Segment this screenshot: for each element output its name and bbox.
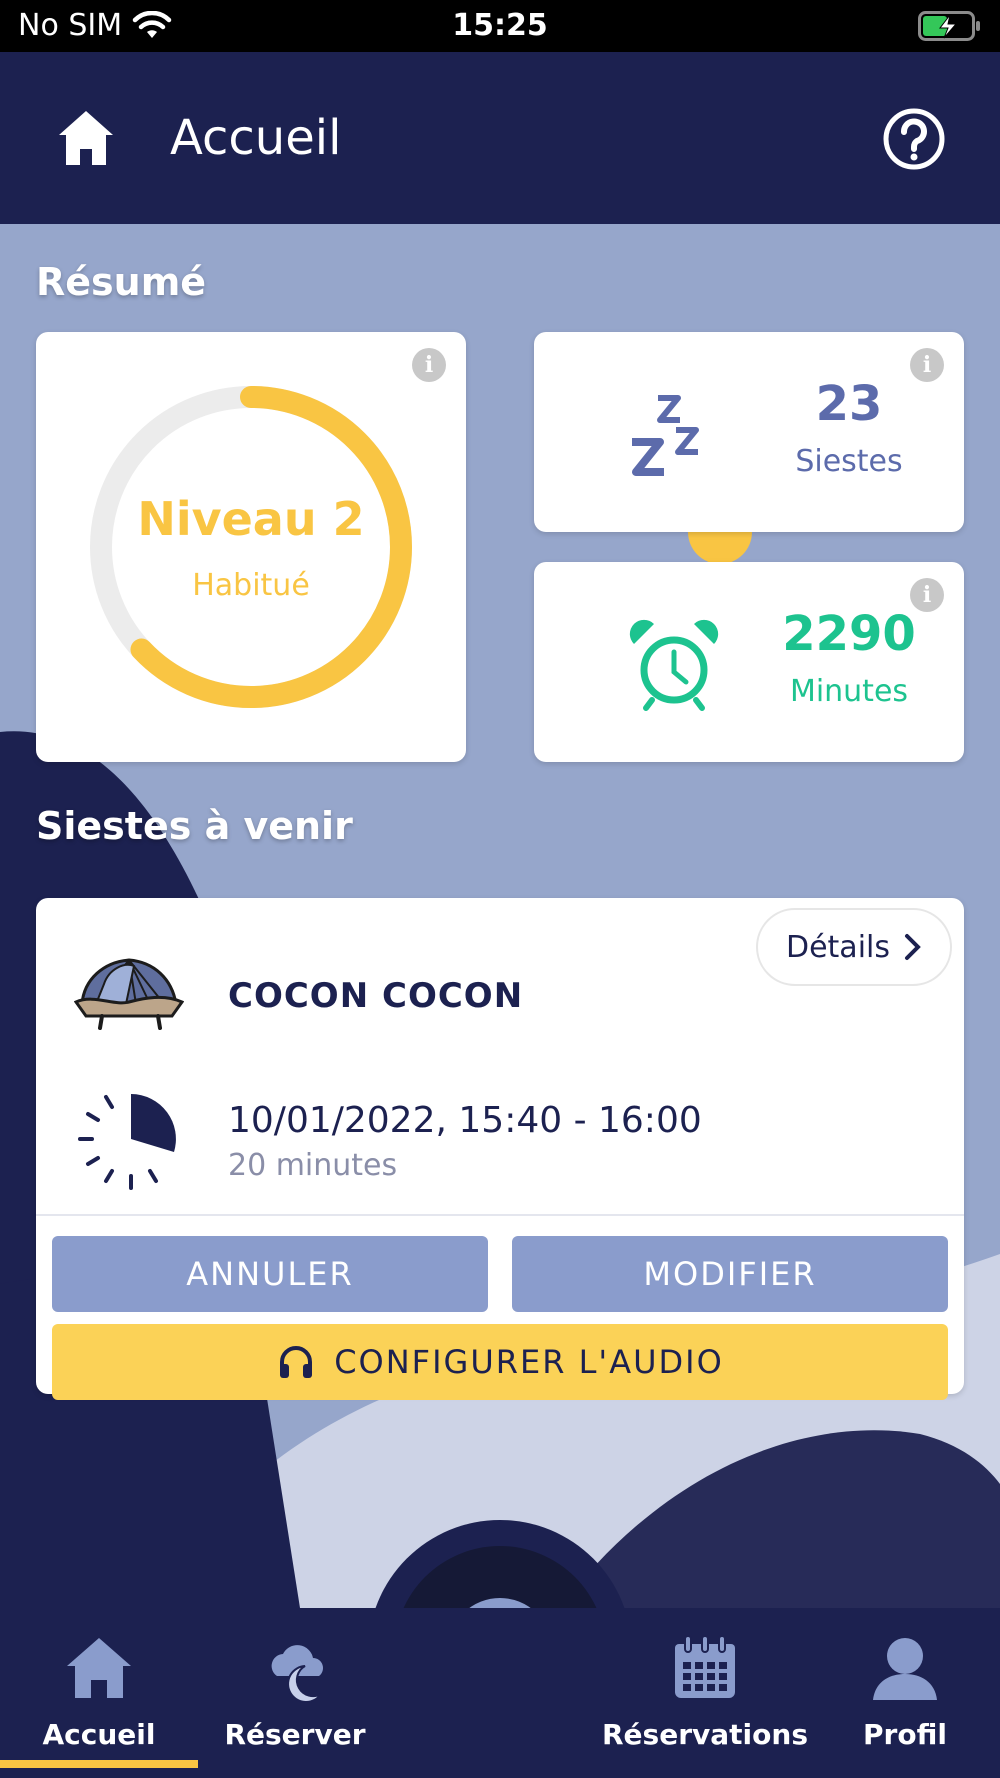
timer-icon xyxy=(78,1094,176,1190)
page-title: Accueil xyxy=(170,110,342,166)
booking-datetime: 10/01/2022, 15:40 - 16:00 xyxy=(228,1100,702,1141)
nav-label: Réserver xyxy=(224,1718,366,1751)
level-subtitle: Habitué xyxy=(192,568,310,603)
nav-label: Profil xyxy=(863,1718,947,1751)
app-header: Accueil xyxy=(0,52,1000,224)
calendar-icon xyxy=(675,1635,735,1698)
bottom-nav: Accueil Réserver Réservations Profil xyxy=(0,1608,1000,1778)
pod-name: COCON COCON xyxy=(228,976,524,1016)
status-bar: No SIM 15:25 xyxy=(0,0,1000,52)
nav-item-book[interactable]: Réserver xyxy=(198,1608,392,1778)
minutes-card[interactable]: i 2290 Minutes xyxy=(534,562,964,762)
level-title: Niveau 2 xyxy=(137,492,365,546)
minutes-label: Minutes xyxy=(789,674,909,709)
chevron-right-icon xyxy=(905,934,921,960)
cocoon-pod-icon xyxy=(74,958,184,1030)
nav-item-reservations[interactable]: Réservations xyxy=(600,1608,810,1778)
battery-icon xyxy=(918,11,980,41)
user-icon xyxy=(873,1638,937,1700)
home-icon xyxy=(67,1638,131,1698)
booking-duration: 20 minutes xyxy=(228,1148,398,1183)
clock: 15:25 xyxy=(452,8,548,43)
upcoming-title: Siestes à venir xyxy=(36,804,353,848)
naps-card[interactable]: i 23 Siestes xyxy=(534,332,964,532)
booking-card: Détails COCON COCON 10/01/2022, 15:40 - … xyxy=(36,898,964,1400)
naps-label: Siestes xyxy=(795,444,903,479)
details-label: Détails xyxy=(785,929,890,965)
zzz-icon xyxy=(632,395,699,476)
alarm-clock-icon xyxy=(629,619,719,711)
configure-audio-label: CONFIGURER L'AUDIO xyxy=(334,1343,724,1381)
nav-item-home[interactable]: Accueil xyxy=(0,1608,198,1778)
modify-button[interactable]: MODIFIER xyxy=(512,1236,948,1312)
home-icon[interactable] xyxy=(55,107,117,169)
info-icon[interactable]: i xyxy=(412,348,446,382)
naps-count: 23 xyxy=(815,376,883,432)
headphones-icon xyxy=(280,1346,313,1378)
active-tab-indicator xyxy=(0,1760,198,1768)
nav-label: Accueil xyxy=(42,1718,156,1751)
level-progress-ring xyxy=(90,386,412,708)
help-icon[interactable] xyxy=(882,107,946,171)
summary-title: Résumé xyxy=(36,260,207,304)
home-content: Résumé i Niveau 2 Habitué i 23 Siestes i xyxy=(0,224,1000,1608)
details-button[interactable]: Détails xyxy=(756,908,952,986)
divider xyxy=(36,1214,964,1216)
nav-item-profile[interactable]: Profil xyxy=(810,1608,1000,1778)
nav-label: Réservations xyxy=(602,1718,808,1751)
cancel-button[interactable]: ANNULER xyxy=(52,1236,488,1312)
minutes-count: 2290 xyxy=(782,606,916,662)
cloud-moon-icon xyxy=(271,1645,323,1703)
level-card[interactable]: i Niveau 2 Habitué xyxy=(36,332,466,762)
configure-audio-button[interactable]: CONFIGURER L'AUDIO xyxy=(52,1324,948,1400)
